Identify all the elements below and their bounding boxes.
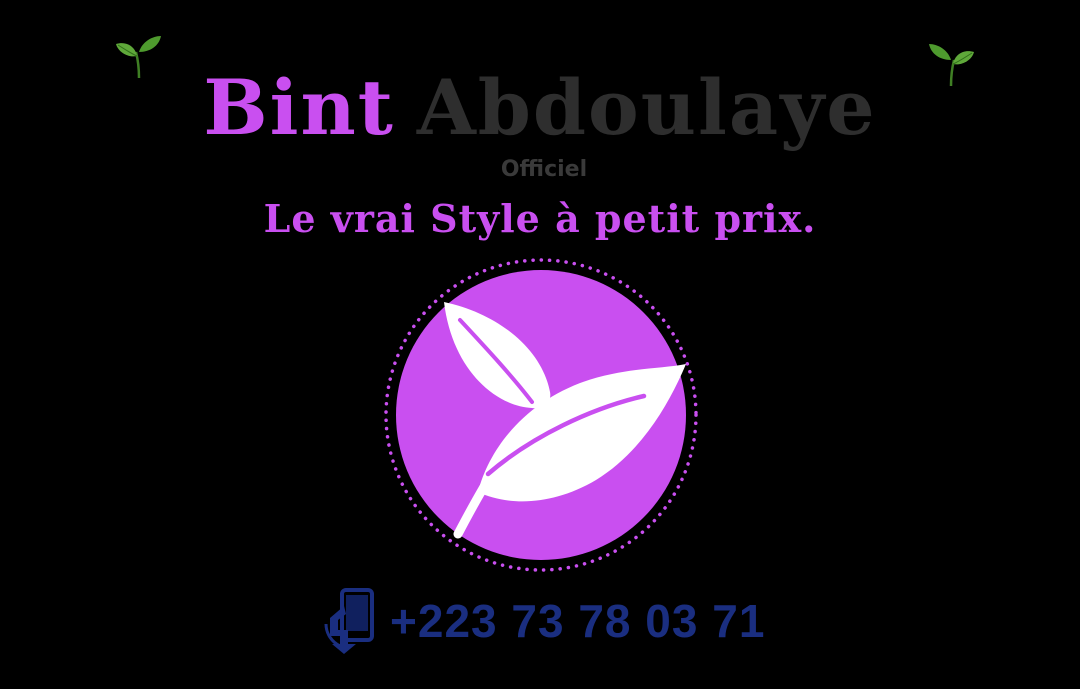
phone-number[interactable]: +223 73 78 03 71 (390, 594, 765, 648)
business-card: Bint Abdoulaye Officiel Le vrai Style à p… (0, 0, 1080, 689)
brand-subtitle: Officiel (500, 157, 588, 182)
brand-name: Bint Abdoulaye (0, 66, 1080, 150)
leaf-logo (384, 258, 698, 572)
brand-second-word: Abdoulaye (416, 63, 877, 152)
brand-first-word: Bint (203, 63, 395, 152)
tagline: Le vrai Style à petit prix. (263, 196, 817, 241)
phone-icon (324, 588, 374, 654)
contact-row: +223 73 78 03 71 (322, 586, 765, 656)
